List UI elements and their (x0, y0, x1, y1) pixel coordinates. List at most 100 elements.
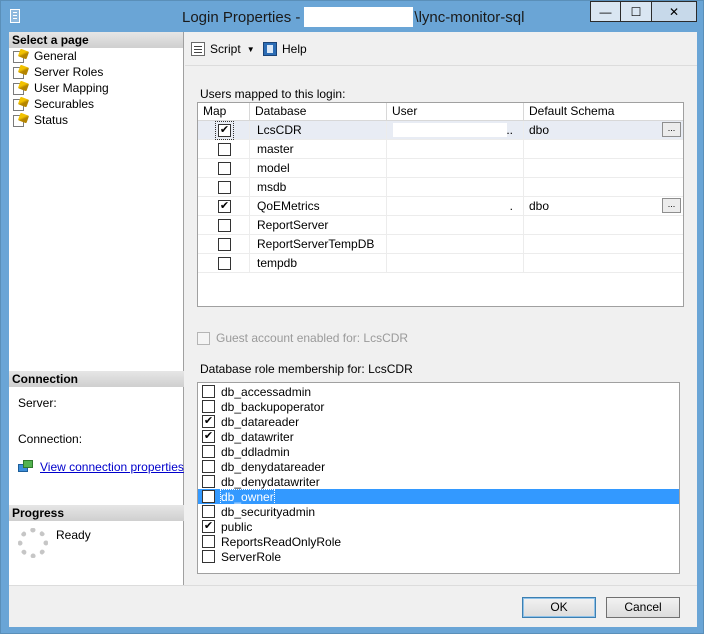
role-checkbox[interactable]: ✔ (202, 415, 215, 428)
default-schema-cell[interactable] (524, 216, 683, 235)
list-item[interactable]: db_backupoperator (198, 399, 679, 414)
role-checkbox[interactable] (202, 385, 215, 398)
list-item[interactable]: ✔ public (198, 519, 679, 534)
title-suffix: \lync-monitor-sql (414, 9, 525, 26)
map-cell (198, 216, 250, 235)
list-item[interactable]: db_securityadmin (198, 504, 679, 519)
map-checkbox[interactable] (218, 143, 231, 156)
table-row[interactable]: model (198, 159, 683, 178)
help-button[interactable]: Help (263, 42, 307, 56)
user-cell[interactable] (387, 235, 524, 254)
role-checkbox[interactable] (202, 445, 215, 458)
table-row[interactable]: ✔ QoEMetrics. dbo... (198, 197, 683, 216)
default-schema-cell[interactable]: dbo... (524, 121, 683, 140)
default-schema-cell[interactable] (524, 159, 683, 178)
title-bar[interactable]: Login Properties - \lync-monitor-sql — ☐ … (1, 1, 703, 31)
list-item[interactable]: ✔ db_datareader (198, 414, 679, 429)
role-checkbox[interactable] (202, 475, 215, 488)
list-item[interactable]: db_ddladmin (198, 444, 679, 459)
database-cell: ReportServerTempDB (250, 235, 387, 254)
page-wand-icon (13, 96, 30, 111)
close-button[interactable]: ✕ (652, 1, 697, 22)
role-checkbox[interactable]: ✔ (202, 490, 215, 503)
user-cell[interactable]: .. (387, 121, 524, 140)
map-cell: ✔ (198, 121, 250, 140)
role-checkbox[interactable] (202, 535, 215, 548)
user-cell[interactable] (387, 178, 524, 197)
toolbar: Script ▼ Help (185, 32, 697, 66)
table-row[interactable]: tempdb (198, 254, 683, 273)
default-schema-cell[interactable] (524, 235, 683, 254)
default-schema-cell[interactable]: dbo... (524, 197, 683, 216)
list-item[interactable]: ReportsReadOnlyRole (198, 534, 679, 549)
table-row[interactable]: ✔ LcsCDR.. dbo... (198, 121, 683, 140)
page-item-user-mapping[interactable]: User Mapping (9, 80, 183, 96)
page-wand-icon (13, 48, 30, 63)
column-header-database[interactable]: Database (250, 103, 387, 121)
page-item-general[interactable]: General (9, 48, 183, 64)
role-checkbox[interactable] (202, 460, 215, 473)
role-checkbox[interactable] (202, 400, 215, 413)
map-checkbox[interactable] (218, 257, 231, 270)
map-checkbox[interactable] (218, 238, 231, 251)
map-cell (198, 140, 250, 159)
map-checkbox[interactable] (218, 162, 231, 175)
table-row[interactable]: msdb (198, 178, 683, 197)
map-cell (198, 235, 250, 254)
role-checkbox[interactable]: ✔ (202, 520, 215, 533)
connection-label: Connection: (18, 432, 83, 446)
table-row[interactable]: ReportServer (198, 216, 683, 235)
chevron-down-icon[interactable]: ▼ (247, 45, 255, 54)
role-checkbox[interactable] (202, 505, 215, 518)
script-icon (191, 42, 205, 56)
map-checkbox[interactable] (218, 219, 231, 232)
user-cell[interactable] (387, 254, 524, 273)
user-value: . (509, 199, 513, 213)
default-schema-cell[interactable] (524, 254, 683, 273)
window-title: Login Properties - \lync-monitor-sql (182, 7, 524, 27)
browse-schema-button[interactable]: ... (662, 198, 681, 213)
user-cell[interactable]: . (387, 197, 524, 216)
column-header-default-schema[interactable]: Default Schema (524, 103, 683, 121)
cancel-button[interactable]: Cancel (606, 597, 680, 618)
table-row[interactable]: master (198, 140, 683, 159)
default-schema-cell[interactable] (524, 178, 683, 197)
users-mapping-grid[interactable]: Map Database User Default Schema ✔ LcsCDR… (197, 102, 684, 307)
page-item-label: Server Roles (34, 65, 104, 79)
page-item-status[interactable]: Status (9, 112, 183, 128)
ok-button[interactable]: OK (522, 597, 596, 618)
default-schema-cell[interactable] (524, 140, 683, 159)
role-membership-list[interactable]: db_accessadmin db_backupoperator ✔ db_datar… (197, 382, 680, 574)
map-checkbox[interactable]: ✔ (218, 200, 231, 213)
role-checkbox[interactable]: ✔ (202, 430, 215, 443)
browse-schema-button[interactable]: ... (662, 122, 681, 137)
list-item[interactable]: ✔ db_owner (198, 488, 679, 505)
maximize-button[interactable]: ☐ (621, 1, 652, 22)
list-item[interactable]: ✔ db_datawriter (198, 429, 679, 444)
database-cell: LcsCDR (250, 121, 387, 140)
user-cell[interactable] (387, 159, 524, 178)
column-header-map[interactable]: Map (198, 103, 250, 121)
user-cell[interactable] (387, 216, 524, 235)
view-connection-properties-label[interactable]: View connection properties (40, 460, 184, 474)
page-item-server-roles[interactable]: Server Roles (9, 64, 183, 80)
table-row[interactable]: ReportServerTempDB (198, 235, 683, 254)
column-header-user[interactable]: User (387, 103, 524, 121)
minimize-button[interactable]: — (590, 1, 621, 22)
list-item[interactable]: ServerRole (198, 549, 679, 564)
view-connection-properties-link[interactable]: View connection properties (9, 460, 184, 474)
role-label: db_securityadmin (221, 504, 316, 519)
role-checkbox[interactable] (202, 550, 215, 563)
role-label: db_ddladmin (221, 444, 290, 459)
user-cell[interactable] (387, 140, 524, 159)
role-label: db_denydatawriter (221, 474, 320, 489)
list-item[interactable]: db_denydatareader (198, 459, 679, 474)
connection-section: Connection Server: Connection: View conn… (9, 371, 184, 474)
map-checkbox[interactable] (218, 181, 231, 194)
progress-section: Progress Ready (9, 505, 184, 558)
list-item[interactable]: db_accessadmin (198, 384, 679, 399)
script-button[interactable]: Script ▼ (191, 42, 255, 56)
page-item-securables[interactable]: Securables (9, 96, 183, 112)
list-item[interactable]: db_denydatawriter (198, 474, 679, 489)
map-checkbox[interactable]: ✔ (215, 121, 234, 140)
